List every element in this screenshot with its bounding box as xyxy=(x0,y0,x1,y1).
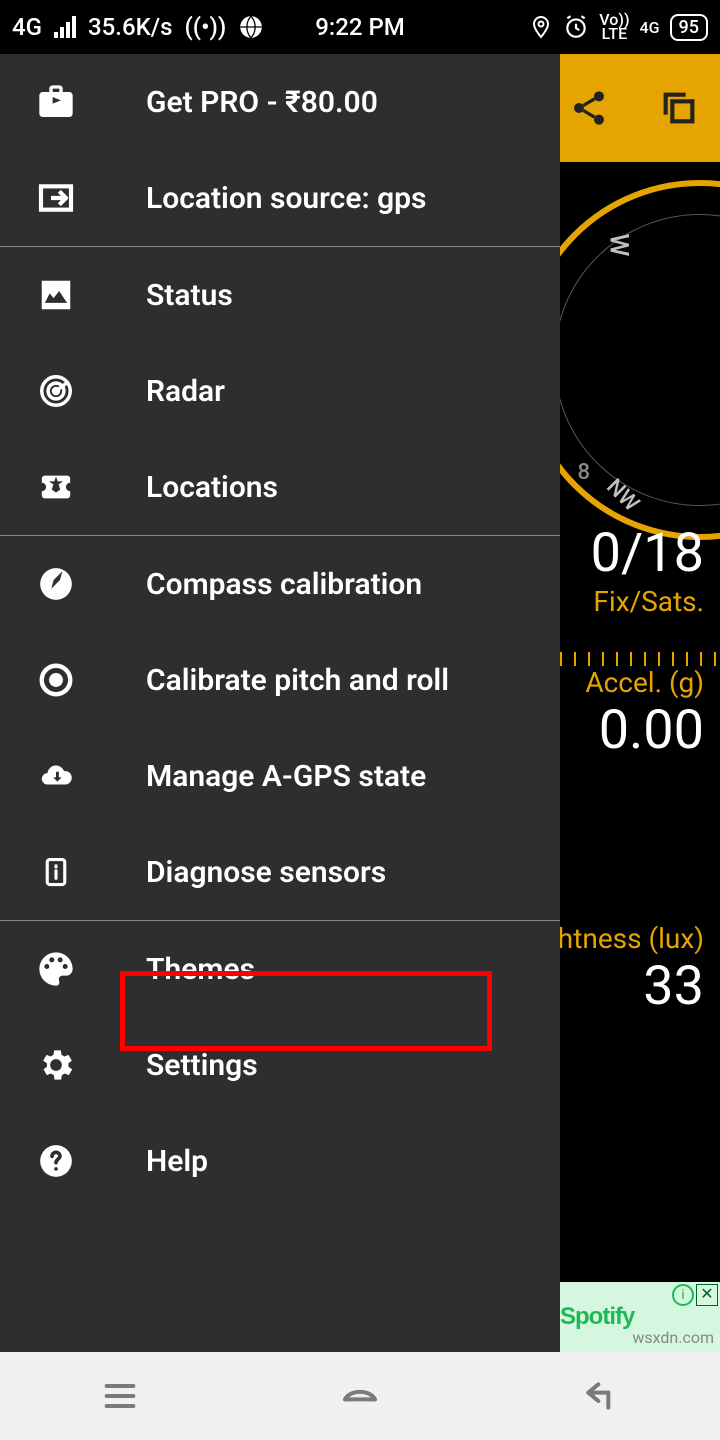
network-type: 4G xyxy=(12,13,42,41)
shop-icon xyxy=(36,82,76,122)
gear-icon xyxy=(36,1045,76,1085)
alarm-icon xyxy=(563,14,589,40)
fix-sats-value: 0/18 xyxy=(591,522,704,585)
target-icon xyxy=(36,660,76,700)
home-button[interactable] xyxy=(337,1373,383,1419)
location-icon xyxy=(529,15,553,39)
ad-text: Spotify xyxy=(560,1303,640,1331)
recents-button[interactable] xyxy=(97,1373,143,1419)
watermark: wsxdn.com xyxy=(632,1328,714,1347)
signal-icon xyxy=(54,16,76,38)
hotspot-icon: ((•)) xyxy=(184,13,226,41)
menu-label: Themes xyxy=(146,952,255,987)
accel-label: Accel. (g) xyxy=(585,666,704,699)
menu-location-source[interactable]: Location source: gps xyxy=(0,150,560,246)
image-icon xyxy=(36,275,76,315)
status-bar: 4G 35.6K/s ((•)) 9:22 PM Vo)) LTE 4G 95 xyxy=(0,0,720,54)
accel-value: 0.00 xyxy=(585,699,704,762)
menu-locations[interactable]: Locations xyxy=(0,439,560,535)
battery-indicator: 95 xyxy=(670,14,708,41)
menu-label: Status xyxy=(146,278,233,313)
menu-settings[interactable]: Settings xyxy=(0,1017,560,1113)
menu-label: Location source: gps xyxy=(146,181,426,216)
menu-label: Settings xyxy=(146,1048,258,1083)
palette-icon xyxy=(36,949,76,989)
menu-diagnose-sensors[interactable]: Diagnose sensors xyxy=(0,824,560,920)
menu-label: Manage A-GPS state xyxy=(146,759,426,794)
share-icon[interactable] xyxy=(566,85,612,131)
compass-icon xyxy=(36,564,76,604)
ad-close-icon[interactable]: ✕ xyxy=(696,1284,718,1306)
system-nav-bar xyxy=(0,1352,720,1440)
menu-label: Help xyxy=(146,1144,208,1179)
browser-icon xyxy=(238,14,264,40)
copy-icon[interactable] xyxy=(656,85,702,131)
menu-pitch-roll[interactable]: Calibrate pitch and roll xyxy=(0,632,560,728)
menu-help[interactable]: Help xyxy=(0,1113,560,1209)
menu-radar[interactable]: Radar xyxy=(0,343,560,439)
menu-label: Get PRO - ₹80.00 xyxy=(146,85,378,120)
menu-agps[interactable]: Manage A-GPS state xyxy=(0,728,560,824)
network-speed: 35.6K/s xyxy=(88,13,172,41)
volte-icon: Vo)) LTE xyxy=(599,13,629,41)
menu-label: Locations xyxy=(146,470,278,505)
ruler-decoration xyxy=(560,652,720,666)
menu-compass-calibration[interactable]: Compass calibration xyxy=(0,536,560,632)
ad-info-icon[interactable]: i xyxy=(672,1284,694,1306)
menu-label: Compass calibration xyxy=(146,567,422,602)
menu-status[interactable]: Status xyxy=(0,247,560,343)
menu-themes[interactable]: Themes xyxy=(0,921,560,1017)
menu-label: Calibrate pitch and roll xyxy=(146,663,449,698)
nav-drawer: Get PRO - ₹80.00 Location source: gps St… xyxy=(0,54,560,1352)
device-info-icon xyxy=(36,852,76,892)
clock-time: 9:22 PM xyxy=(315,13,405,41)
input-icon xyxy=(36,178,76,218)
compass-w: W xyxy=(604,234,634,257)
menu-label: Diagnose sensors xyxy=(146,855,386,890)
help-icon xyxy=(36,1141,76,1181)
compass-8: 8 xyxy=(577,460,590,485)
menu-get-pro[interactable]: Get PRO - ₹80.00 xyxy=(0,54,560,150)
fix-sats-label: Fix/Sats. xyxy=(591,585,704,618)
sig2-label: 4G xyxy=(640,18,660,37)
radar-icon xyxy=(36,371,76,411)
ticket-icon xyxy=(36,467,76,507)
back-button[interactable] xyxy=(577,1373,623,1419)
menu-label: Radar xyxy=(146,374,225,409)
cloud-download-icon xyxy=(36,756,76,796)
